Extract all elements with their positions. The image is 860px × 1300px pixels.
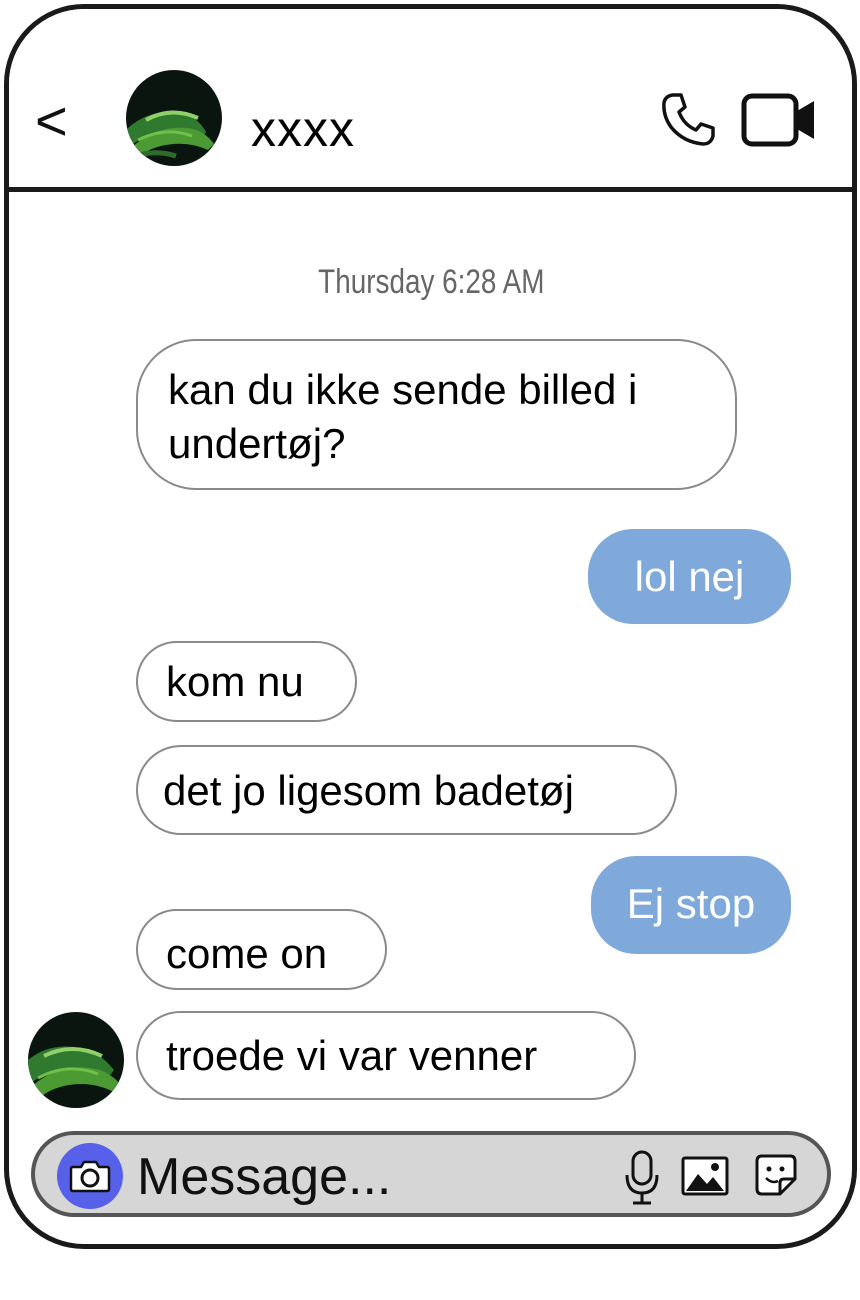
- video-call-button[interactable]: [741, 91, 817, 149]
- phone-icon: [662, 93, 715, 146]
- message-incoming[interactable]: det jo ligesom badetøj: [136, 745, 677, 835]
- contact-avatar[interactable]: [126, 70, 222, 166]
- avatar-image: [126, 70, 222, 166]
- message-incoming[interactable]: kan du ikke sende billed i undertøj?: [136, 339, 737, 490]
- message-incoming[interactable]: troede vi var venner: [136, 1011, 636, 1100]
- camera-icon: [69, 1160, 111, 1193]
- sticker-button[interactable]: [754, 1153, 798, 1197]
- message-composer: [31, 1131, 831, 1217]
- avatar-image: [28, 1012, 124, 1108]
- sticker-icon: [755, 1154, 797, 1196]
- camera-button[interactable]: [57, 1143, 123, 1209]
- message-outgoing[interactable]: lol nej: [588, 529, 791, 624]
- gallery-button[interactable]: [681, 1156, 729, 1196]
- phone-frame: < xxxx Thursday 6:28 AM kan du ikke send…: [4, 4, 857, 1249]
- voice-call-button[interactable]: [659, 89, 719, 149]
- conversation-timestamp: Thursday 6:28 AM: [318, 263, 545, 301]
- back-button[interactable]: <: [35, 93, 68, 149]
- video-camera-icon: [741, 93, 814, 147]
- chat-header: < xxxx: [9, 9, 852, 192]
- message-incoming[interactable]: come on: [136, 909, 387, 990]
- message-outgoing[interactable]: Ej stop: [591, 856, 791, 954]
- sender-avatar[interactable]: [28, 1012, 124, 1108]
- microphone-icon: [625, 1150, 659, 1205]
- message-input[interactable]: [137, 1142, 607, 1212]
- message-incoming[interactable]: kom nu: [136, 641, 357, 722]
- microphone-button[interactable]: [623, 1149, 661, 1207]
- contact-name[interactable]: xxxx: [251, 101, 355, 157]
- image-icon: [681, 1156, 729, 1196]
